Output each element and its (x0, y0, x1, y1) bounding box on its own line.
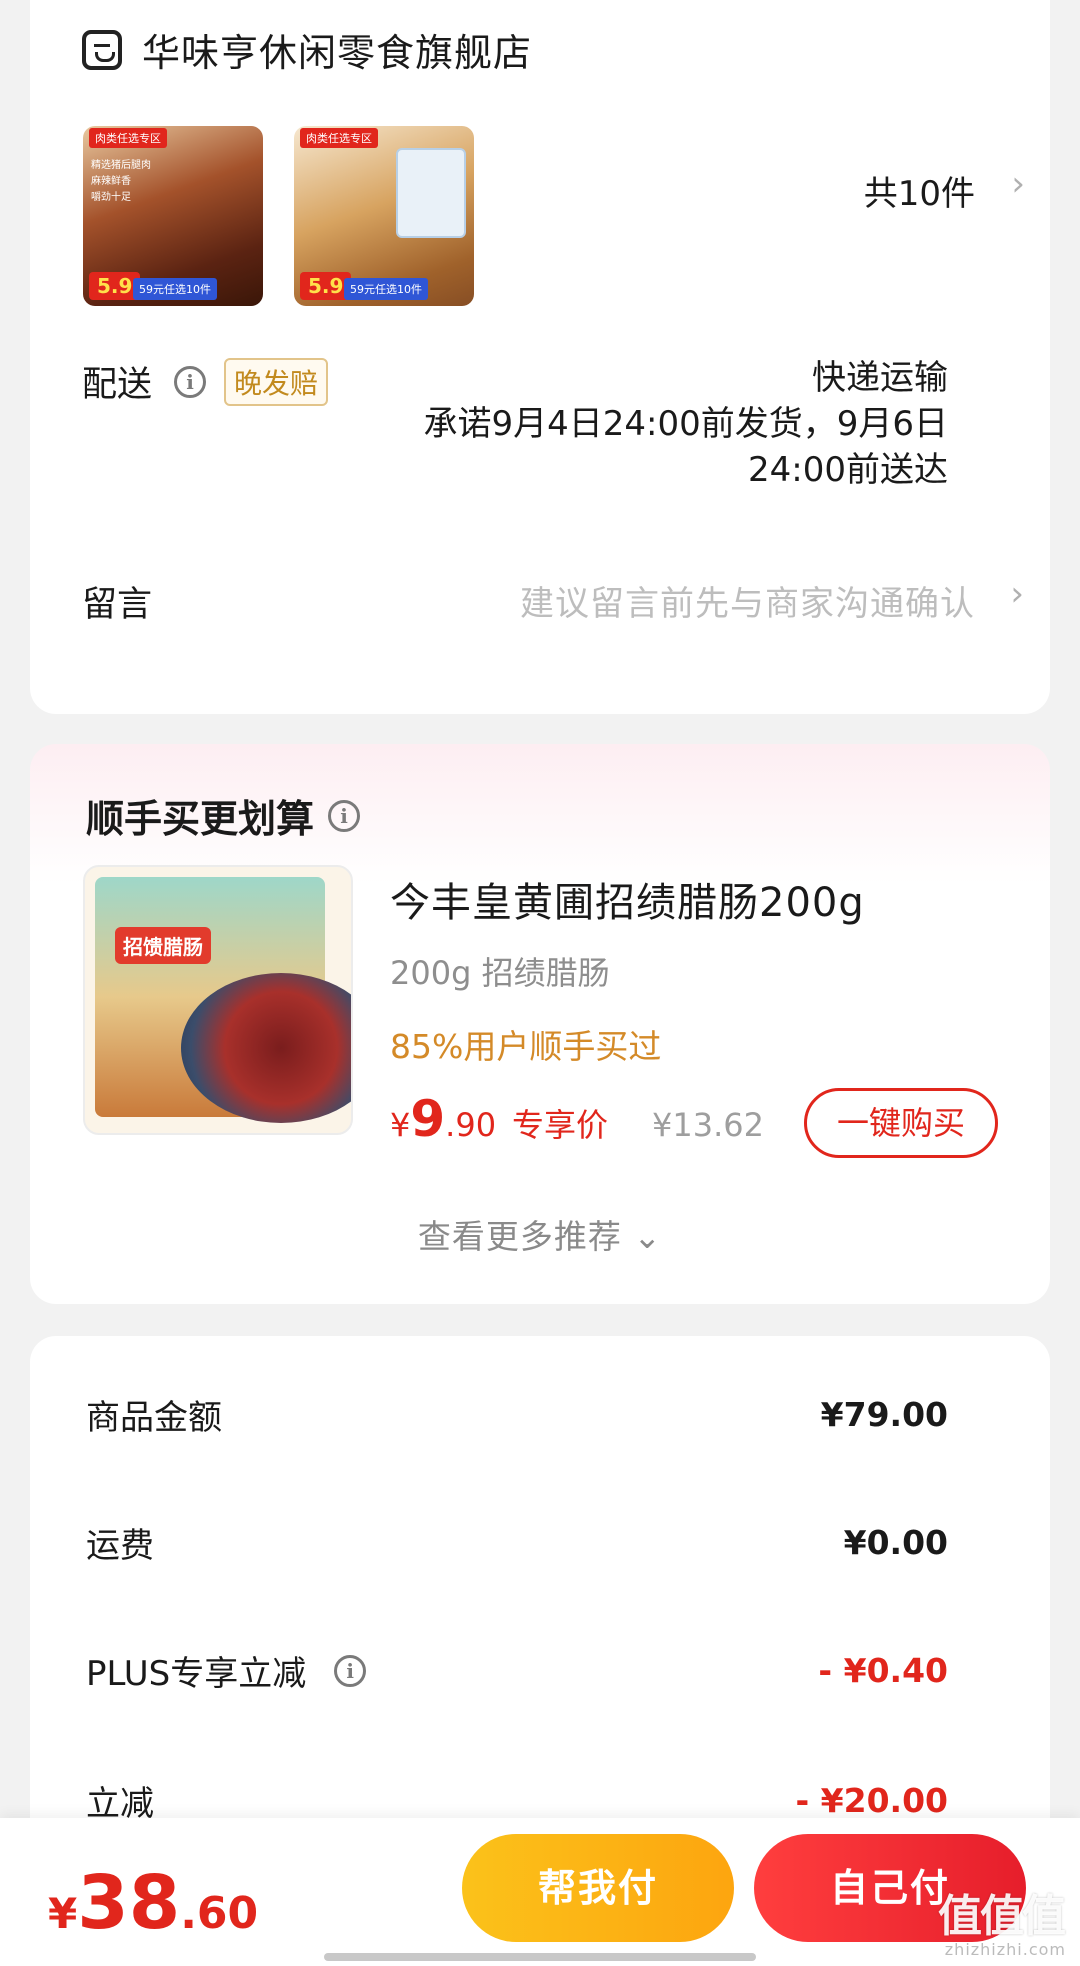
thumbnail-tag: 肉类任选专区 (89, 128, 167, 148)
amount-value: - ¥0.40 (818, 1651, 948, 1690)
package-image (396, 148, 466, 238)
more-recommend-button[interactable]: 查看更多推荐 ⌄ (30, 1210, 1050, 1258)
price-decimal: .90 (445, 1106, 497, 1144)
store-card: 华味亨休闲零食旗舰店 肉类任选专区 精选猪后腿肉 麻辣鲜香 嚼劲十足 5.9 5… (30, 0, 1050, 714)
message-placeholder: 建议留言前先与商家沟通确认 (520, 584, 975, 624)
amount-label: PLUS专享立减 (86, 1654, 307, 1694)
one-click-buy-button[interactable]: 一键购买 (804, 1088, 998, 1158)
recommend-product-spec: 200g 招绩腊肠 (390, 954, 610, 992)
thumbnail-feature: 嚼劲十足 (91, 192, 131, 203)
store-header[interactable]: 华味亨休闲零食旗舰店 (82, 22, 532, 77)
late-compensation-badge: 晚发赔 (224, 357, 329, 406)
price-integer: 9 (410, 1090, 446, 1148)
price-currency: ¥ (390, 1106, 411, 1144)
total-currency: ¥ (48, 1889, 78, 1938)
thumbnail-tag: 肉类任选专区 (300, 128, 378, 148)
recommend-price: ¥ 9 .90 专享价 (390, 1090, 608, 1148)
info-icon[interactable]: i (334, 1654, 367, 1687)
message-input[interactable]: 建议留言前先与商家沟通确认 › (520, 574, 1024, 625)
amount-label-wrap: PLUS专享立减 i (86, 1646, 367, 1695)
amount-value: ¥0.00 (843, 1523, 948, 1562)
delivery-promise: 承诺9月4日24:00前发货，9月6日24:00前送达 (423, 403, 948, 490)
amount-label: 运费 (86, 1526, 154, 1566)
recommend-popularity: 85%用户顺手买过 (390, 1027, 662, 1066)
thumbnail-feature: 麻辣鲜香 (91, 176, 131, 187)
item-count: 共10件 (863, 174, 975, 214)
exclusive-price-label: 专享价 (512, 1106, 609, 1144)
thumbnail-feature: 精选猪后腿肉 (91, 160, 151, 171)
amount-value: ¥79.00 (820, 1395, 948, 1434)
store-icon (82, 29, 122, 70)
recommend-product-image[interactable]: 招馈腊肠 (83, 865, 353, 1135)
recommend-header: 顺手买更划算 i (86, 788, 361, 843)
amount-row-shipping: 运费 ¥0.00 (86, 1518, 948, 1567)
thumbnail-promo: 59元任选10件 (133, 278, 217, 300)
delivery-info: 快递运输 承诺9月4日24:00前发货，9月6日24:00前送达 (388, 356, 948, 494)
amount-value: - ¥20.00 (795, 1781, 948, 1820)
amount-row-goods: 商品金额 ¥79.00 (86, 1390, 948, 1439)
product-thumbnail-1[interactable]: 肉类任选专区 精选猪后腿肉 麻辣鲜香 嚼劲十足 5.9 59元任选10件 (83, 126, 263, 306)
checkout-bar: ¥ 38 .60 帮我付 自己付 (0, 1818, 1080, 1966)
help-pay-button[interactable]: 帮我付 (462, 1834, 734, 1942)
product-thumbnail-2[interactable]: 肉类任选专区 5.9 59元任选10件 (294, 126, 474, 306)
info-icon[interactable]: i (174, 365, 207, 398)
original-price: ¥13.62 (652, 1106, 764, 1144)
amount-label: 商品金额 (86, 1398, 222, 1438)
delivery-row: 配送 i 晚发赔 (82, 356, 329, 407)
total-integer: 38 (77, 1860, 181, 1946)
store-name: 华味亨休闲零食旗舰店 (142, 31, 533, 75)
chevron-down-icon: ⌄ (633, 1217, 663, 1256)
item-count-link[interactable]: 共10件 › (863, 164, 1025, 215)
package-label: 招馈腊肠 (115, 927, 211, 964)
watermark-logo: 值值值 (938, 1891, 1066, 1942)
home-indicator[interactable] (324, 1953, 756, 1961)
more-recommend-label: 查看更多推荐 (417, 1217, 622, 1256)
recommend-title: 顺手买更划算 (86, 797, 315, 841)
message-label: 留言 (82, 585, 153, 625)
watermark-url: zhizhizhi.com (944, 1940, 1066, 1959)
thumbnail-promo: 59元任选10件 (344, 278, 428, 300)
recommend-card: 顺手买更划算 i 招馈腊肠 今丰皇黄圃招绩腊肠200g 200g 招绩腊肠 85… (30, 744, 1050, 1304)
delivery-method: 快递运输 (812, 358, 948, 398)
info-icon[interactable]: i (328, 799, 361, 832)
chevron-right-icon: › (1011, 164, 1025, 204)
total-price: ¥ 38 .60 (48, 1860, 258, 1946)
recommend-product-name[interactable]: 今丰皇黄圃招绩腊肠200g (390, 870, 865, 928)
chevron-right-icon: › (1010, 574, 1025, 614)
total-decimal: .60 (180, 1888, 259, 1939)
delivery-label: 配送 (82, 365, 153, 405)
amount-row-plus-discount: PLUS专享立减 i - ¥0.40 (86, 1646, 948, 1695)
